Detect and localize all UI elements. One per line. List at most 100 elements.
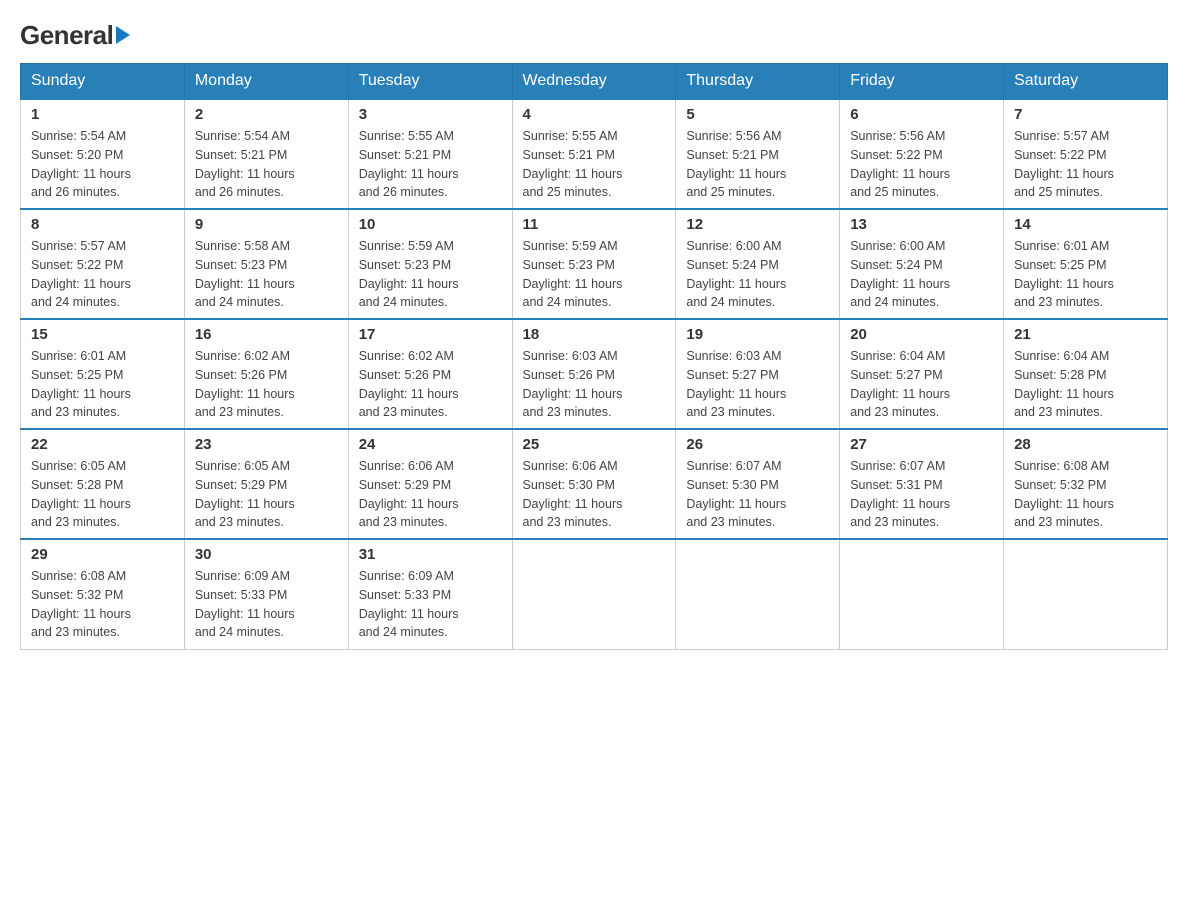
calendar-week-row: 1 Sunrise: 5:54 AMSunset: 5:20 PMDayligh… bbox=[21, 99, 1168, 209]
calendar-day-cell: 20 Sunrise: 6:04 AMSunset: 5:27 PMDaylig… bbox=[840, 319, 1004, 429]
calendar-day-cell: 27 Sunrise: 6:07 AMSunset: 5:31 PMDaylig… bbox=[840, 429, 1004, 539]
weekday-header-monday: Monday bbox=[184, 64, 348, 100]
day-info: Sunrise: 6:06 AMSunset: 5:30 PMDaylight:… bbox=[523, 457, 666, 532]
day-number: 1 bbox=[31, 106, 174, 123]
calendar-day-cell: 28 Sunrise: 6:08 AMSunset: 5:32 PMDaylig… bbox=[1004, 429, 1168, 539]
calendar-day-cell: 19 Sunrise: 6:03 AMSunset: 5:27 PMDaylig… bbox=[676, 319, 840, 429]
calendar-day-cell: 1 Sunrise: 5:54 AMSunset: 5:20 PMDayligh… bbox=[21, 99, 185, 209]
calendar-week-row: 8 Sunrise: 5:57 AMSunset: 5:22 PMDayligh… bbox=[21, 209, 1168, 319]
day-number: 9 bbox=[195, 216, 338, 233]
day-number: 8 bbox=[31, 216, 174, 233]
day-info: Sunrise: 6:05 AMSunset: 5:29 PMDaylight:… bbox=[195, 457, 338, 532]
calendar-day-cell: 21 Sunrise: 6:04 AMSunset: 5:28 PMDaylig… bbox=[1004, 319, 1168, 429]
day-info: Sunrise: 6:05 AMSunset: 5:28 PMDaylight:… bbox=[31, 457, 174, 532]
day-number: 25 bbox=[523, 436, 666, 453]
day-info: Sunrise: 6:00 AMSunset: 5:24 PMDaylight:… bbox=[686, 237, 829, 312]
day-number: 12 bbox=[686, 216, 829, 233]
day-info: Sunrise: 6:09 AMSunset: 5:33 PMDaylight:… bbox=[195, 567, 338, 642]
day-number: 28 bbox=[1014, 436, 1157, 453]
day-info: Sunrise: 5:56 AMSunset: 5:21 PMDaylight:… bbox=[686, 127, 829, 202]
weekday-header-row: SundayMondayTuesdayWednesdayThursdayFrid… bbox=[21, 64, 1168, 100]
calendar-day-cell: 31 Sunrise: 6:09 AMSunset: 5:33 PMDaylig… bbox=[348, 539, 512, 649]
calendar-day-cell: 8 Sunrise: 5:57 AMSunset: 5:22 PMDayligh… bbox=[21, 209, 185, 319]
day-info: Sunrise: 6:08 AMSunset: 5:32 PMDaylight:… bbox=[1014, 457, 1157, 532]
day-number: 10 bbox=[359, 216, 502, 233]
day-info: Sunrise: 6:03 AMSunset: 5:27 PMDaylight:… bbox=[686, 347, 829, 422]
day-number: 27 bbox=[850, 436, 993, 453]
calendar-day-cell: 29 Sunrise: 6:08 AMSunset: 5:32 PMDaylig… bbox=[21, 539, 185, 649]
day-number: 13 bbox=[850, 216, 993, 233]
calendar-day-cell: 30 Sunrise: 6:09 AMSunset: 5:33 PMDaylig… bbox=[184, 539, 348, 649]
calendar-day-cell: 15 Sunrise: 6:01 AMSunset: 5:25 PMDaylig… bbox=[21, 319, 185, 429]
weekday-header-wednesday: Wednesday bbox=[512, 64, 676, 100]
day-number: 4 bbox=[523, 106, 666, 123]
header: General bbox=[20, 20, 1168, 47]
calendar-week-row: 29 Sunrise: 6:08 AMSunset: 5:32 PMDaylig… bbox=[21, 539, 1168, 649]
logo-general: General bbox=[20, 20, 113, 51]
calendar-day-cell: 12 Sunrise: 6:00 AMSunset: 5:24 PMDaylig… bbox=[676, 209, 840, 319]
logo: General bbox=[20, 20, 130, 47]
day-info: Sunrise: 6:03 AMSunset: 5:26 PMDaylight:… bbox=[523, 347, 666, 422]
day-info: Sunrise: 6:02 AMSunset: 5:26 PMDaylight:… bbox=[195, 347, 338, 422]
day-number: 31 bbox=[359, 546, 502, 563]
day-info: Sunrise: 6:04 AMSunset: 5:27 PMDaylight:… bbox=[850, 347, 993, 422]
day-info: Sunrise: 5:59 AMSunset: 5:23 PMDaylight:… bbox=[359, 237, 502, 312]
calendar-day-cell: 14 Sunrise: 6:01 AMSunset: 5:25 PMDaylig… bbox=[1004, 209, 1168, 319]
day-info: Sunrise: 6:01 AMSunset: 5:25 PMDaylight:… bbox=[31, 347, 174, 422]
day-number: 15 bbox=[31, 326, 174, 343]
day-number: 17 bbox=[359, 326, 502, 343]
calendar-day-cell: 10 Sunrise: 5:59 AMSunset: 5:23 PMDaylig… bbox=[348, 209, 512, 319]
calendar-day-cell: 2 Sunrise: 5:54 AMSunset: 5:21 PMDayligh… bbox=[184, 99, 348, 209]
calendar-day-cell: 4 Sunrise: 5:55 AMSunset: 5:21 PMDayligh… bbox=[512, 99, 676, 209]
day-info: Sunrise: 6:07 AMSunset: 5:31 PMDaylight:… bbox=[850, 457, 993, 532]
day-number: 11 bbox=[523, 216, 666, 233]
day-number: 18 bbox=[523, 326, 666, 343]
day-info: Sunrise: 5:58 AMSunset: 5:23 PMDaylight:… bbox=[195, 237, 338, 312]
calendar-day-cell: 17 Sunrise: 6:02 AMSunset: 5:26 PMDaylig… bbox=[348, 319, 512, 429]
calendar-day-cell: 23 Sunrise: 6:05 AMSunset: 5:29 PMDaylig… bbox=[184, 429, 348, 539]
calendar-day-cell: 16 Sunrise: 6:02 AMSunset: 5:26 PMDaylig… bbox=[184, 319, 348, 429]
day-info: Sunrise: 5:57 AMSunset: 5:22 PMDaylight:… bbox=[31, 237, 174, 312]
calendar-day-cell bbox=[512, 539, 676, 649]
calendar-day-cell: 25 Sunrise: 6:06 AMSunset: 5:30 PMDaylig… bbox=[512, 429, 676, 539]
day-info: Sunrise: 5:55 AMSunset: 5:21 PMDaylight:… bbox=[359, 127, 502, 202]
day-info: Sunrise: 5:54 AMSunset: 5:20 PMDaylight:… bbox=[31, 127, 174, 202]
calendar-day-cell bbox=[840, 539, 1004, 649]
day-number: 26 bbox=[686, 436, 829, 453]
day-info: Sunrise: 6:04 AMSunset: 5:28 PMDaylight:… bbox=[1014, 347, 1157, 422]
weekday-header-friday: Friday bbox=[840, 64, 1004, 100]
calendar-week-row: 15 Sunrise: 6:01 AMSunset: 5:25 PMDaylig… bbox=[21, 319, 1168, 429]
day-info: Sunrise: 6:01 AMSunset: 5:25 PMDaylight:… bbox=[1014, 237, 1157, 312]
day-number: 21 bbox=[1014, 326, 1157, 343]
day-number: 19 bbox=[686, 326, 829, 343]
weekday-header-tuesday: Tuesday bbox=[348, 64, 512, 100]
weekday-header-saturday: Saturday bbox=[1004, 64, 1168, 100]
day-info: Sunrise: 5:57 AMSunset: 5:22 PMDaylight:… bbox=[1014, 127, 1157, 202]
weekday-header-sunday: Sunday bbox=[21, 64, 185, 100]
calendar-day-cell bbox=[1004, 539, 1168, 649]
day-number: 5 bbox=[686, 106, 829, 123]
calendar-day-cell: 18 Sunrise: 6:03 AMSunset: 5:26 PMDaylig… bbox=[512, 319, 676, 429]
calendar-day-cell: 7 Sunrise: 5:57 AMSunset: 5:22 PMDayligh… bbox=[1004, 99, 1168, 209]
day-info: Sunrise: 6:08 AMSunset: 5:32 PMDaylight:… bbox=[31, 567, 174, 642]
calendar-day-cell: 24 Sunrise: 6:06 AMSunset: 5:29 PMDaylig… bbox=[348, 429, 512, 539]
calendar-day-cell: 5 Sunrise: 5:56 AMSunset: 5:21 PMDayligh… bbox=[676, 99, 840, 209]
day-number: 3 bbox=[359, 106, 502, 123]
day-info: Sunrise: 6:09 AMSunset: 5:33 PMDaylight:… bbox=[359, 567, 502, 642]
day-number: 23 bbox=[195, 436, 338, 453]
day-info: Sunrise: 5:55 AMSunset: 5:21 PMDaylight:… bbox=[523, 127, 666, 202]
day-info: Sunrise: 6:07 AMSunset: 5:30 PMDaylight:… bbox=[686, 457, 829, 532]
day-number: 16 bbox=[195, 326, 338, 343]
calendar-day-cell: 11 Sunrise: 5:59 AMSunset: 5:23 PMDaylig… bbox=[512, 209, 676, 319]
day-number: 29 bbox=[31, 546, 174, 563]
calendar-day-cell: 22 Sunrise: 6:05 AMSunset: 5:28 PMDaylig… bbox=[21, 429, 185, 539]
calendar-day-cell: 6 Sunrise: 5:56 AMSunset: 5:22 PMDayligh… bbox=[840, 99, 1004, 209]
day-number: 24 bbox=[359, 436, 502, 453]
day-info: Sunrise: 6:02 AMSunset: 5:26 PMDaylight:… bbox=[359, 347, 502, 422]
day-info: Sunrise: 5:56 AMSunset: 5:22 PMDaylight:… bbox=[850, 127, 993, 202]
day-number: 14 bbox=[1014, 216, 1157, 233]
day-number: 22 bbox=[31, 436, 174, 453]
day-number: 6 bbox=[850, 106, 993, 123]
calendar-day-cell: 3 Sunrise: 5:55 AMSunset: 5:21 PMDayligh… bbox=[348, 99, 512, 209]
day-info: Sunrise: 6:00 AMSunset: 5:24 PMDaylight:… bbox=[850, 237, 993, 312]
